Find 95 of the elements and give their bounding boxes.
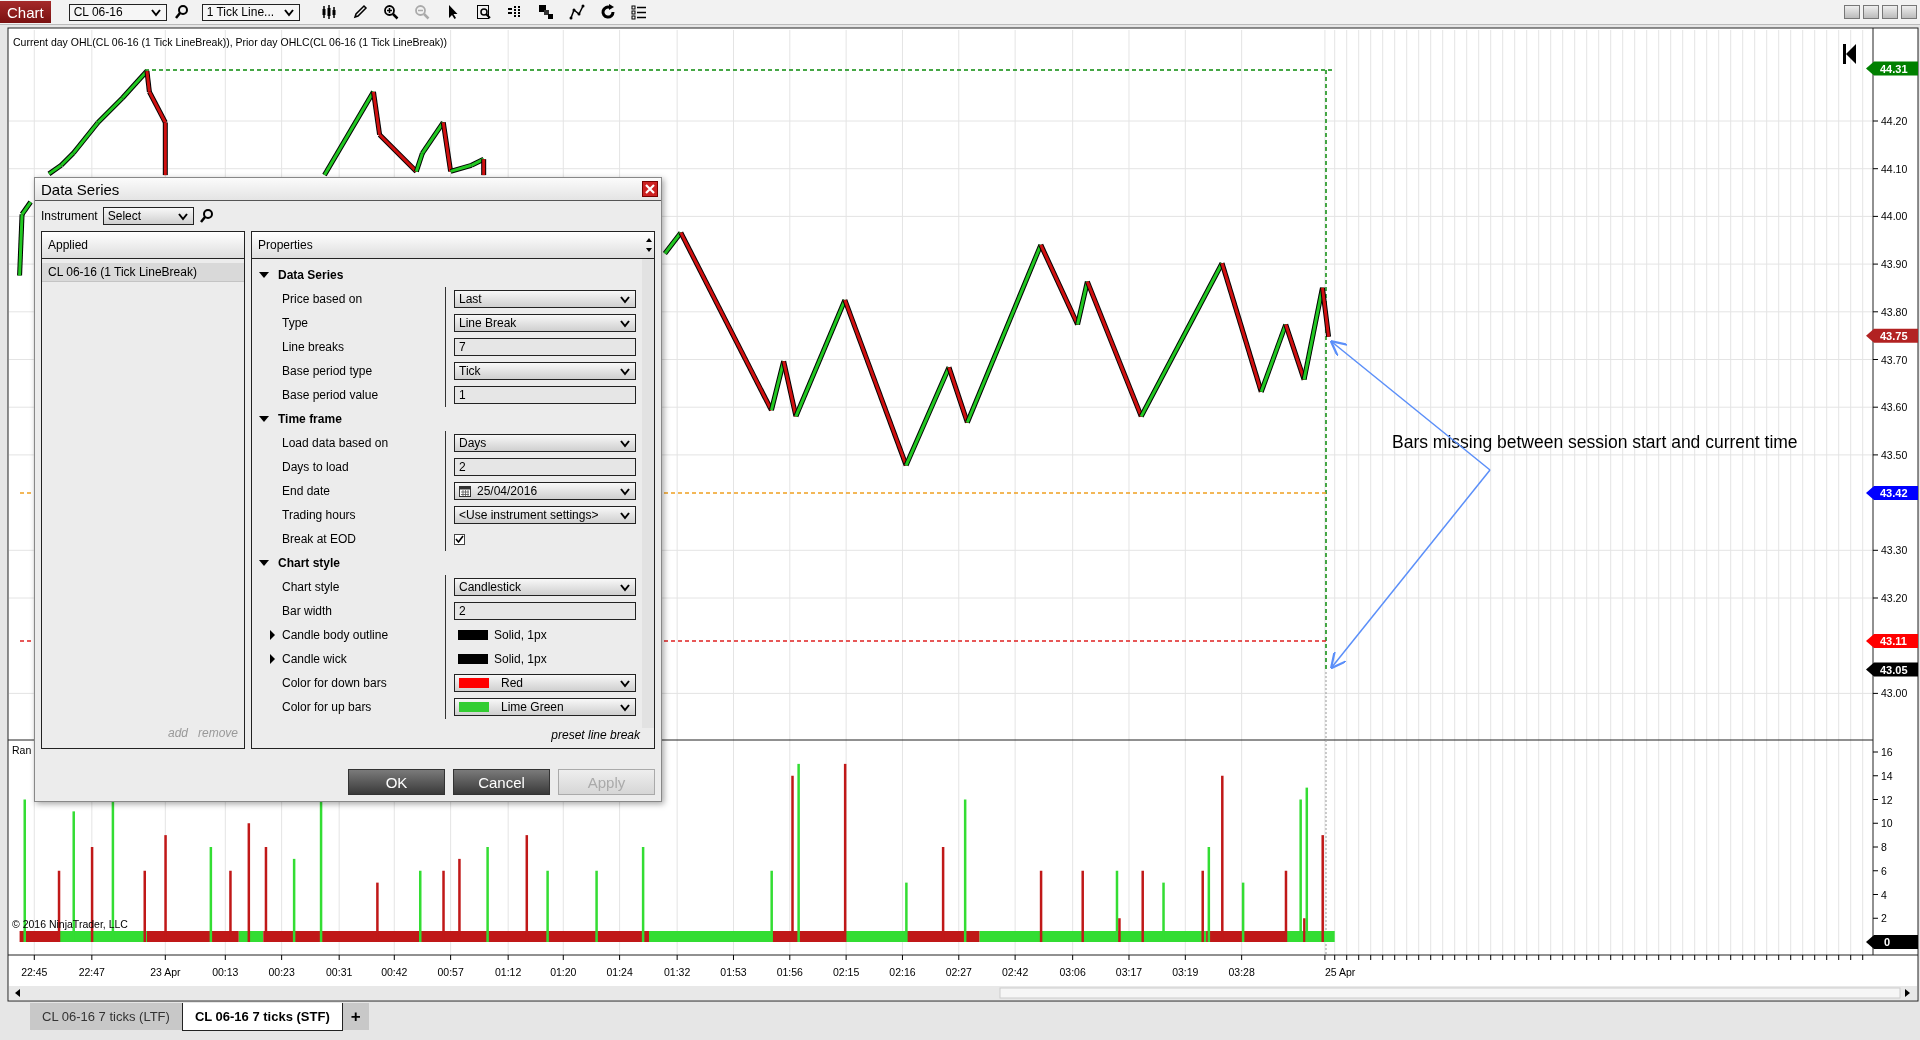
price-axis-label: 44.10 [1881,162,1908,175]
dialog-button[interactable]: Cancel [453,769,550,795]
color-dropdown[interactable]: Red [454,674,636,692]
property-label: Price based on [282,292,364,306]
time-axis-label: 02:42 [1001,966,1029,978]
property-label: Color for down bars [282,676,388,690]
time-axis-label: 01:20 [550,966,577,978]
instrument-dropdown[interactable]: CL 06-16 [68,3,167,21]
volume-axis-label: 12 [1881,793,1893,806]
property-dropdown[interactable]: Days [454,434,636,452]
property-label: Chart style [282,580,341,594]
panel-header: Applied [48,238,89,252]
price-axis-label: 43.90 [1881,258,1908,271]
volume-axis-label: 4 [1881,888,1887,901]
time-axis-label: 00:31 [326,966,353,978]
property-label: Base period value [282,388,380,402]
volume-axis-label: 10 [1881,817,1893,830]
price-axis-label: 43.20 [1881,592,1908,604]
volume-axis-label: 6 [1881,864,1887,877]
property-field[interactable]: 2 [454,602,636,620]
property-label: Bar width [282,604,334,618]
time-axis-label: 00:23 [268,966,295,978]
indicator-label: Ran [12,744,32,756]
price-axis-label: 44.00 [1881,210,1908,223]
time-axis-label: 22:47 [78,966,105,978]
volume-axis-label: 14 [1881,769,1893,782]
date-picker[interactable]: 25/04/2016 [454,482,636,500]
property-field[interactable]: 2 [454,458,636,476]
price-axis-label: 43.60 [1881,401,1908,414]
stroke-value: Solid, 1px [494,652,547,666]
price-axis-label: 43.00 [1881,687,1908,700]
property-label: Type [282,316,309,330]
time-axis-label: 03:19 [1172,966,1199,978]
panel-header: Properties [258,238,313,252]
property-label: Trading hours [282,508,357,522]
section-title: Time frame [278,412,342,426]
property-label: Days to load [282,460,350,474]
instrument-dropdown[interactable]: Select [102,207,194,225]
time-axis-label: 03:17 [1115,966,1143,978]
price-axis-label: 44.20 [1881,115,1908,127]
time-axis-label: 01:56 [776,966,803,978]
time-axis-label: 22:45 [21,966,48,978]
time-axis-label: 03:28 [1228,966,1255,978]
price-tag: 43.42 [1866,486,1918,501]
property-field[interactable]: 7 [454,338,636,356]
time-axis-label: 00:57 [437,966,464,978]
time-axis-label: 01:53 [720,966,747,978]
property-label: Break at EOD [282,532,358,546]
price-axis-label: 43.70 [1881,353,1908,366]
time-axis-label: 03:06 [1059,966,1086,978]
chart-button[interactable]: Chart [0,1,51,23]
price-axis-label: 43.30 [1881,544,1908,557]
property-label: End date [282,484,332,498]
chart-tab[interactable]: CL 06-16 7 ticks (STF) [181,1003,343,1031]
property-label: Line breaks [282,340,346,354]
time-axis-label: 00:13 [212,966,239,978]
time-axis-label: 23 Apr [150,966,181,978]
property-label: Base period type [282,364,374,378]
time-axis-label: 01:12 [495,966,522,978]
property-label: Load data based on [282,436,390,450]
stroke-value: Solid, 1px [494,628,547,642]
property-dropdown[interactable]: Last [454,290,636,308]
add-tab-button[interactable]: + [342,1003,369,1030]
time-axis-label: 02:16 [889,966,916,978]
time-axis-label: 25 Apr [1324,966,1356,978]
section-title: Chart style [278,556,341,570]
property-dropdown[interactable]: Candlestick [454,578,636,596]
color-dropdown[interactable]: Lime Green [454,698,636,716]
preset-label: preset line break [551,728,640,742]
dialog-button[interactable]: OK [348,769,445,795]
applied-item[interactable]: CL 06-16 (1 Tick LineBreak) [42,263,244,282]
price-axis-label: 43.80 [1881,305,1908,318]
time-axis-label: 01:32 [664,966,691,978]
price-axis-label: 43.50 [1881,448,1908,461]
interval-dropdown[interactable]: 1 Tick Line... [201,3,300,21]
property-label: Candle wick [282,652,348,666]
property-field[interactable]: 1 [454,386,636,404]
legend-text: Current day OHL(CL 06-16 (1 Tick LineBreak)), Prior day OHLC(CL 06-16 (1 Tick LineBreak)) [13,36,447,48]
dialog-title: Data Series [41,180,120,198]
instrument-label: Instrument [41,209,98,223]
time-axis-label: 02:15 [833,966,860,978]
chart-tab[interactable]: CL 06-16 7 ticks (LTF) [30,1003,182,1030]
volume-axis-label: 2 [1881,912,1887,925]
section-title: Data Series [278,268,344,282]
volume-axis-label: 16 [1881,746,1893,758]
time-axis-label: 02:27 [945,966,972,978]
time-axis-label: 00:42 [381,966,408,978]
property-dropdown[interactable]: <Use instrument settings> [454,506,636,524]
property-label: Candle body outline [282,628,390,642]
property-dropdown[interactable]: Line Break [454,314,636,332]
property-dropdown[interactable]: Tick [454,362,636,380]
time-axis-label: 01:24 [606,966,633,978]
property-label: Color for up bars [282,700,373,714]
volume-tag: 0 [1866,935,1918,949]
volume-axis-label: 8 [1881,841,1887,853]
